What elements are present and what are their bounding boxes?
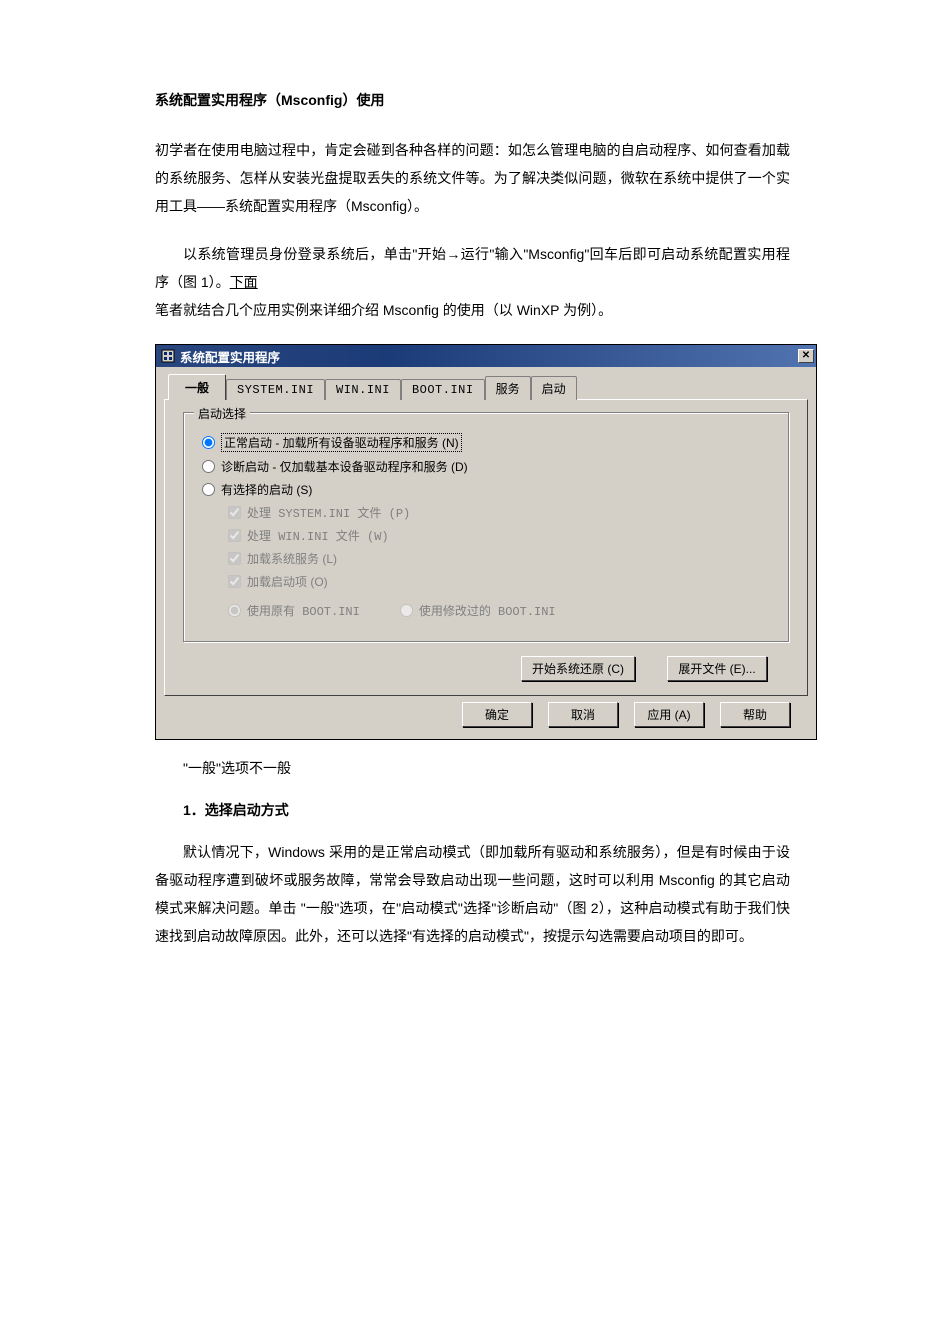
radio-diag-label: 诊断启动 - 仅加载基本设备驱动程序和服务 (D) [221,458,468,475]
cancel-button[interactable]: 取消 [548,702,618,727]
dialog-title: 系统配置实用程序 [180,347,798,366]
chk-services-input[interactable] [228,552,241,565]
chk-startup-label: 加载启动项 (O) [247,573,328,590]
radio-normal-input[interactable] [202,436,215,449]
chk-services-label: 加载系统服务 (L) [247,550,337,567]
chk-win-ini[interactable]: 处理 WIN.INI 文件 (W) [228,527,770,544]
tab-panel-general: 启动选择 正常启动 - 加载所有设备驱动程序和服务 (N) 诊断启动 - 仅加载… [164,399,808,696]
close-button[interactable]: ✕ [798,349,814,363]
radio-selective-startup[interactable]: 有选择的启动 (S) [202,481,770,498]
para2-underline: 下面 [230,274,258,290]
tab-win-ini[interactable]: WIN.INI [325,379,401,400]
radio-orig-bootini[interactable]: 使用原有 BOOT.INI [228,602,360,619]
dialog-footer: 确定 取消 应用 (A) 帮助 [164,696,808,729]
radio-orig-boot-input[interactable] [228,604,241,617]
chk-win-label: 处理 WIN.INI 文件 (W) [247,527,389,544]
tab-services[interactable]: 服务 [485,376,531,400]
chk-system-ini[interactable]: 处理 SYSTEM.INI 文件 (P) [228,504,770,521]
section-quote: "一般"选项不一般 [155,758,790,778]
tab-startup[interactable]: 启动 [531,376,577,400]
ok-button[interactable]: 确定 [462,702,532,727]
radio-orig-boot-label: 使用原有 BOOT.INI [247,602,360,619]
radio-normal-label: 正常启动 - 加载所有设备驱动程序和服务 (N) [221,433,462,452]
app-icon [160,348,176,364]
radio-diag-input[interactable] [202,460,215,473]
paragraph-1: 初学者在使用电脑过程中，肯定会碰到各种各样的问题：如怎么管理电脑的自启动程序、如… [155,136,790,220]
paragraph-2: 以系统管理员身份登录系统后，单击"开始→运行"输入"Msconfig"回车后即可… [155,240,790,324]
paragraph-3: 默认情况下，Windows 采用的是正常启动模式（即加载所有驱动和系统服务），但… [155,838,790,950]
radio-mod-boot-input[interactable] [400,604,413,617]
group-legend: 启动选择 [194,405,250,422]
radio-normal-startup[interactable]: 正常启动 - 加载所有设备驱动程序和服务 (N) [202,433,770,452]
radio-diagnostic-startup[interactable]: 诊断启动 - 仅加载基本设备驱动程序和服务 (D) [202,458,770,475]
msconfig-dialog: 系统配置实用程序 ✕ 一般 SYSTEM.INI WIN.INI BOOT.IN… [155,344,817,740]
heading-1: 1．选择启动方式 [155,800,790,820]
radio-mod-boot-label: 使用修改过的 BOOT.INI [419,602,556,619]
radio-mod-bootini[interactable]: 使用修改过的 BOOT.INI [400,602,556,619]
startup-selection-group: 启动选择 正常启动 - 加载所有设备驱动程序和服务 (N) 诊断启动 - 仅加载… [183,412,789,642]
chk-services[interactable]: 加载系统服务 (L) [228,550,770,567]
chk-system-input[interactable] [228,506,241,519]
apply-button[interactable]: 应用 (A) [634,702,704,727]
chk-system-label: 处理 SYSTEM.INI 文件 (P) [247,504,410,521]
para2-suffix: 笔者就结合几个应用实例来详细介绍 Msconfig 的使用（以 WinXP 为例… [155,302,612,318]
expand-file-button[interactable]: 展开文件 (E)... [667,656,767,681]
chk-startup-input[interactable] [228,575,241,588]
system-restore-button[interactable]: 开始系统还原 (C) [521,656,635,681]
titlebar: 系统配置实用程序 ✕ [156,345,816,367]
help-button[interactable]: 帮助 [720,702,790,727]
tab-boot-ini[interactable]: BOOT.INI [401,379,485,400]
selective-sub-options: 处理 SYSTEM.INI 文件 (P) 处理 WIN.INI 文件 (W) 加… [202,504,770,625]
tab-general[interactable]: 一般 [168,374,226,400]
tab-system-ini[interactable]: SYSTEM.INI [226,379,325,400]
chk-startup-items[interactable]: 加载启动项 (O) [228,573,770,590]
chk-win-input[interactable] [228,529,241,542]
article-title: 系统配置实用程序（Msconfig）使用 [155,90,790,110]
tab-strip: 一般 SYSTEM.INI WIN.INI BOOT.INI 服务 启动 [164,373,808,399]
radio-select-input[interactable] [202,483,215,496]
radio-select-label: 有选择的启动 (S) [221,481,312,498]
